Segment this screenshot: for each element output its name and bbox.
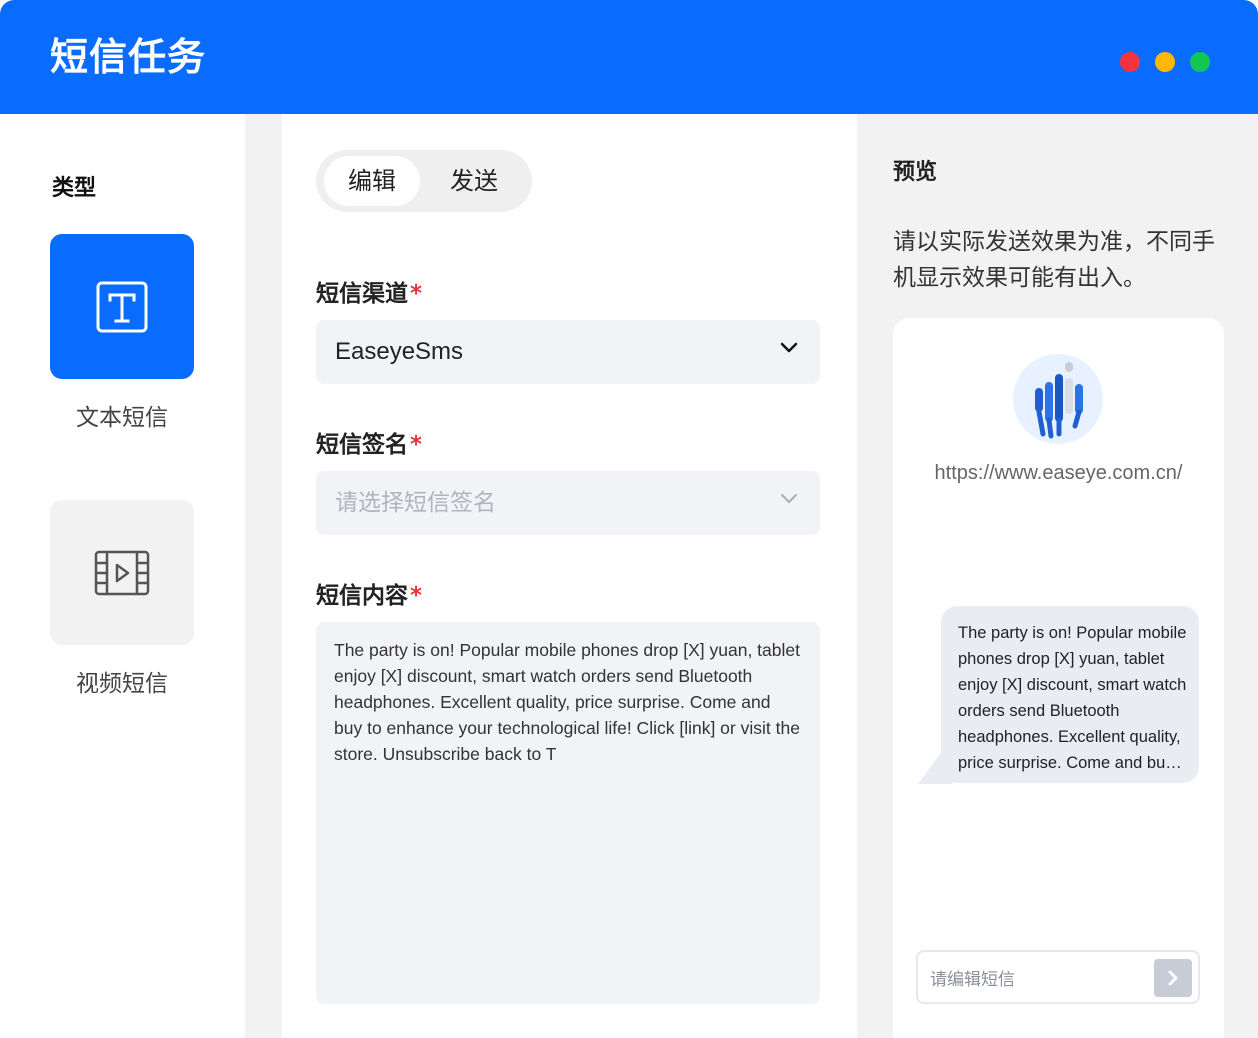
video-sms-type-label[interactable]: 视频短信 [50, 664, 194, 698]
message-bubble: The party is on! Popular mobile phones d… [941, 606, 1199, 783]
preview-panel: 预览 请以实际发送效果为准，不同手机显示效果可能有出入。 https://www… [857, 114, 1258, 1038]
message-input-placeholder: 请编辑短信 [930, 970, 1015, 990]
content-textarea[interactable]: The party is on! Popular mobile phones d… [316, 622, 820, 1004]
minimize-window-button[interactable] [1155, 52, 1175, 72]
send-button[interactable] [1154, 959, 1192, 997]
sender-avatar [1013, 354, 1103, 444]
channel-value: EaseyeSms [335, 338, 464, 365]
easeye-logo-icon [1035, 362, 1083, 439]
preview-heading: 预览 [893, 160, 938, 185]
message-text: The party is on! Popular mobile phones d… [958, 624, 1187, 772]
chevron-right-icon [1168, 970, 1178, 986]
close-window-button[interactable] [1120, 52, 1140, 72]
channel-label: 短信渠道* [316, 281, 423, 307]
tab-edit[interactable]: 编辑 [324, 156, 420, 206]
signature-placeholder: 请选择短信签名 [335, 490, 496, 516]
tab-send[interactable]: 发送 [424, 156, 524, 206]
type-sidebar: 类型 文本短信 视频短信 [0, 114, 245, 1038]
text-icon [96, 281, 148, 332]
text-sms-type-label[interactable]: 文本短信 [50, 398, 194, 432]
mode-tabs: 编辑 发送 [316, 150, 532, 212]
window-controls [1120, 52, 1210, 72]
signature-label: 短信签名* [316, 432, 423, 458]
required-mark: * [410, 432, 423, 458]
video-icon [94, 550, 150, 595]
maximize-window-button[interactable] [1190, 52, 1210, 72]
video-sms-type-card[interactable] [50, 500, 194, 645]
chevron-down-icon [780, 342, 798, 353]
message-input[interactable]: 请编辑短信 [916, 950, 1200, 1004]
sms-task-window: 短信任务 类型 文本短信 视频短信 编辑 发送 短信渠道* EaseyeSms … [0, 0, 1258, 1038]
type-heading: 类型 [52, 176, 97, 201]
text-sms-type-card[interactable] [50, 234, 194, 379]
phone-preview: https://www.easeye.com.cn/ The party is … [893, 318, 1224, 1038]
required-mark: * [410, 281, 423, 307]
chevron-down-icon [781, 494, 797, 503]
signature-select[interactable]: 请选择短信签名 [316, 471, 820, 535]
required-mark: * [410, 583, 423, 609]
content-label: 短信内容* [316, 583, 423, 609]
preview-note: 请以实际发送效果为准，不同手机显示效果可能有出入。 [893, 229, 1215, 291]
sender-url: https://www.easeye.com.cn/ [934, 462, 1183, 484]
window-title: 短信任务 [50, 35, 207, 79]
channel-select[interactable]: EaseyeSms [316, 320, 820, 384]
title-bar: 短信任务 [0, 0, 1258, 114]
edit-form: 编辑 发送 短信渠道* EaseyeSms 短信签名* 请选择短信签名 短信内容… [282, 114, 857, 1038]
